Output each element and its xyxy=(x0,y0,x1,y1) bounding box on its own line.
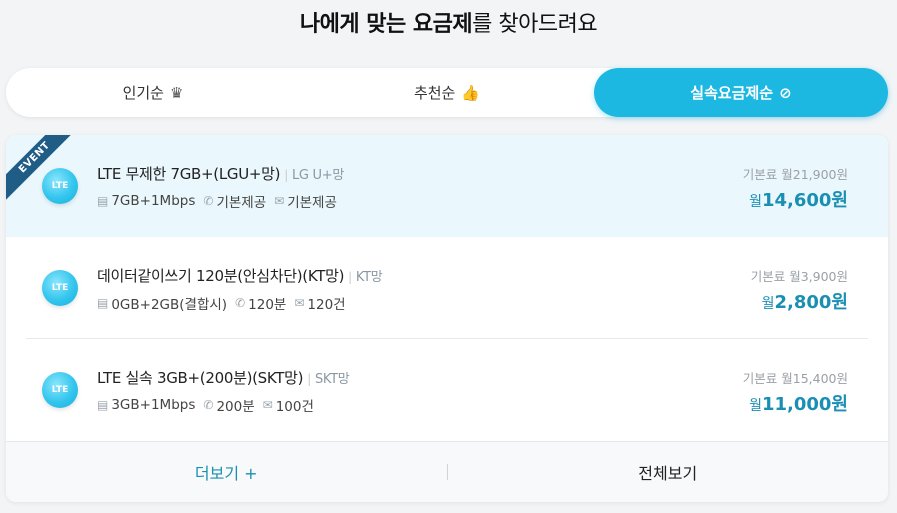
tab-popular[interactable]: 인기순 ♛ xyxy=(6,68,300,117)
plan-carrier: LG U+망 xyxy=(291,168,345,183)
message-icon: ✉ xyxy=(274,194,285,208)
tab-recommended-label: 추천순 xyxy=(413,84,456,102)
lte-badge: LTE xyxy=(42,270,78,306)
plan-specs: ▤ 3GB+1Mbps ✆ 200분 ✉ 100건 xyxy=(97,395,322,415)
lte-badge: LTE xyxy=(42,168,78,204)
base-price: 기본료 월21,900원 xyxy=(742,167,848,182)
plan-item[interactable]: LTE LTE 실속 3GB+(200분)(SKT망) | SKT망 ▤ 3GB+1M… xyxy=(6,339,888,441)
plan-list-card: EVENT LTE LTE 무제한 7GB+(LGU+망) | LG U+망 ▤ 7G… xyxy=(6,135,888,502)
message-icon: ✉ xyxy=(294,296,305,310)
separator: | xyxy=(348,270,352,284)
plan-carrier: SKT망 xyxy=(314,372,350,387)
page-title-strong: 나에게 맞는 요금제 xyxy=(299,12,473,37)
data-icon: ▤ xyxy=(97,194,109,208)
tab-recommended[interactable]: 추천순 👍 xyxy=(300,68,594,117)
crown-icon: ♛ xyxy=(169,83,184,102)
plan-specs: ▤ 7GB+1Mbps ✆ 기본제공 ✉ 기본제공 xyxy=(97,191,345,211)
price-value: 11,000원 xyxy=(761,394,848,415)
plan-data: 0GB+2GB(결합시) xyxy=(111,297,228,313)
plan-item[interactable]: EVENT LTE LTE 무제한 7GB+(LGU+망) | LG U+망 ▤ 7G… xyxy=(6,135,888,237)
plan-name-text: 데이터같이쓰기 120분(안심차단)(KT망) xyxy=(97,267,345,285)
tab-value-plans-label: 실속요금제순 xyxy=(690,84,774,102)
separator: | xyxy=(307,372,311,386)
discount-price: 월2,800원 xyxy=(762,288,848,314)
price-prefix: 월 xyxy=(749,194,762,210)
price-value: 2,800원 xyxy=(774,292,849,313)
separator: | xyxy=(284,168,288,182)
plan-name-text: LTE 실속 3GB+(200분)(SKT망) xyxy=(97,369,304,387)
phone-icon: ✆ xyxy=(235,296,246,310)
plan-name: 데이터같이쓰기 120분(안심차단)(KT망) | KT망 xyxy=(97,265,383,286)
message-icon: ✉ xyxy=(262,398,273,412)
data-icon: ▤ xyxy=(97,398,109,412)
plan-data: 3GB+1Mbps xyxy=(111,397,196,413)
tab-value-plans[interactable]: 실속요금제순 ⊘ xyxy=(594,68,888,117)
plan-specs: ▤ 0GB+2GB(결합시) ✆ 120분 ✉ 120건 xyxy=(97,293,354,313)
discount-price: 월14,600원 xyxy=(749,186,848,212)
data-icon: ▤ xyxy=(97,296,109,310)
plan-name: LTE 무제한 7GB+(LGU+망) | LG U+망 xyxy=(97,163,344,184)
plan-voice: 120분 xyxy=(248,297,287,313)
plan-carrier: KT망 xyxy=(355,270,383,285)
plan-voice: 기본제공 xyxy=(216,195,267,211)
phone-icon: ✆ xyxy=(203,398,214,412)
price-prefix: 월 xyxy=(761,296,775,312)
plan-sms: 120건 xyxy=(307,297,346,313)
lte-badge: LTE xyxy=(42,372,78,408)
plan-item[interactable]: LTE 데이터같이쓰기 120분(안심차단)(KT망) | KT망 ▤ 0GB+2GB… xyxy=(6,237,888,339)
thumbs-up-icon: 👍 xyxy=(461,83,481,102)
plan-sms: 기본제공 xyxy=(287,195,337,211)
price-value: 14,600원 xyxy=(761,190,848,211)
card-footer: 더보기 + 전체보기 xyxy=(6,441,888,502)
plan-data: 7GB+1Mbps xyxy=(111,193,196,209)
tab-popular-label: 인기순 xyxy=(122,84,164,102)
plan-voice: 200분 xyxy=(216,399,255,415)
plan-name-text: LTE 무제한 7GB+(LGU+망) xyxy=(97,165,281,183)
phone-icon: ✆ xyxy=(203,194,214,208)
page-title: 나에게 맞는 요금제를 찾아드려요 xyxy=(0,6,897,38)
base-price: 기본료 월3,900원 xyxy=(750,269,848,284)
discount-price: 월11,000원 xyxy=(749,390,848,416)
plan-sms: 100건 xyxy=(275,399,314,415)
view-all-button[interactable]: 전체보기 xyxy=(448,460,889,484)
coin-icon: ⊘ xyxy=(779,83,792,102)
page-title-rest: 를 찾아드려요 xyxy=(472,12,598,37)
price-prefix: 월 xyxy=(749,398,762,414)
sort-tabs: 인기순 ♛ 추천순 👍 실속요금제순 ⊘ xyxy=(6,68,888,117)
plan-name: LTE 실속 3GB+(200분)(SKT망) | SKT망 xyxy=(97,367,350,388)
base-price: 기본료 월15,400원 xyxy=(742,371,848,386)
more-button[interactable]: 더보기 + xyxy=(6,460,447,484)
